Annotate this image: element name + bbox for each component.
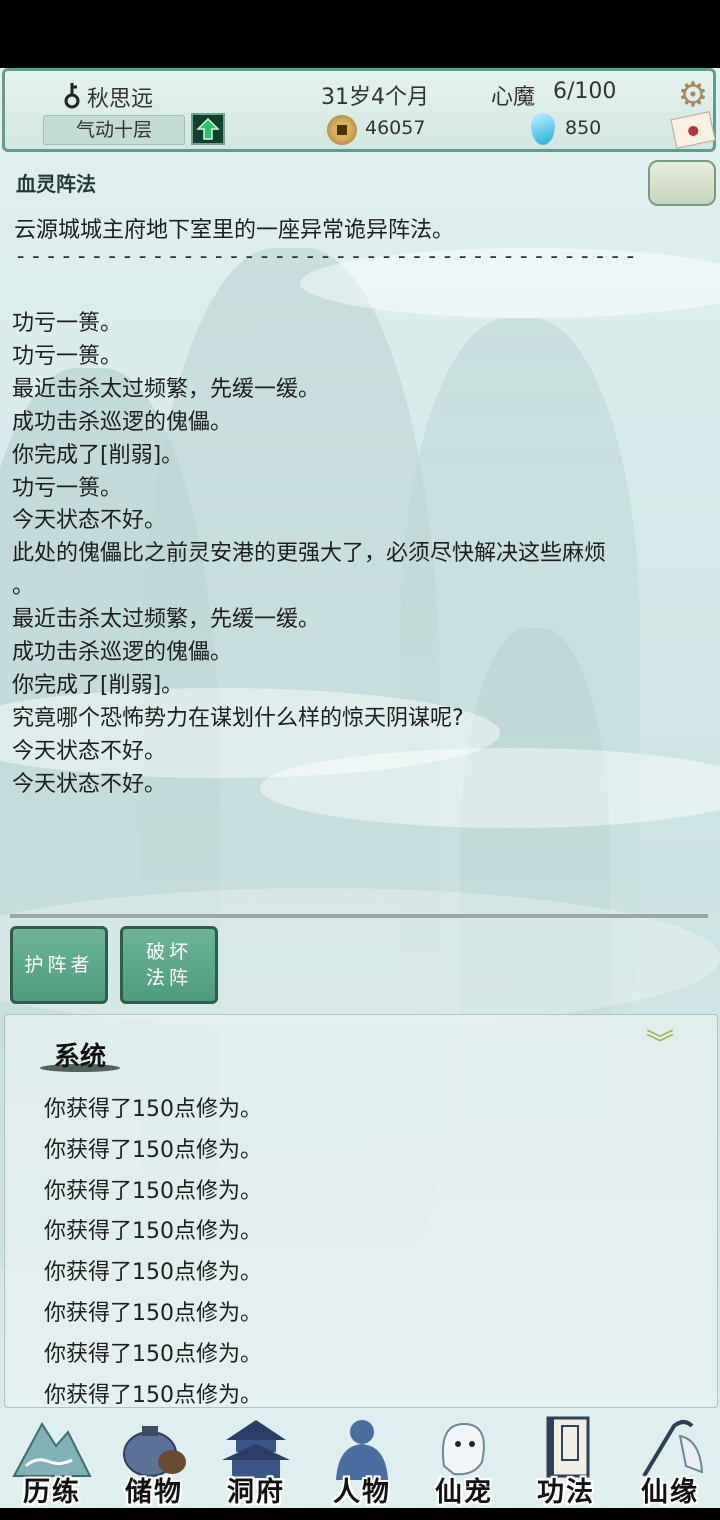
mail-icon[interactable] [670, 111, 716, 149]
heart-demon-label: 心魔 [491, 85, 536, 110]
guardian-button-label: 护阵者 [24, 954, 94, 976]
nav-label: 储物 [125, 1477, 183, 1508]
system-message-list: 你获得了150点修为。 你获得了150点修为。 你获得了150点修为。 你获得了… [44, 1090, 262, 1416]
nav-label: 人物 [333, 1477, 391, 1508]
list-item: 成功击杀巡逻的傀儡。 [12, 640, 233, 666]
nav-item-techniques[interactable]: 功法 [516, 1408, 616, 1508]
destroy-button-label-line2: 法阵 [145, 967, 192, 989]
system-message: 你获得了150点修为。 [44, 1219, 262, 1245]
formation-description: 云源城城主府地下室里的一座异常诡异阵法。 [14, 218, 455, 243]
list-item: 今天状态不好。 [12, 771, 167, 797]
status-bar [0, 0, 720, 68]
heart-demon-value: 6/100 [553, 79, 617, 104]
nav-label: 功法 [537, 1477, 595, 1508]
destroy-button-label-line1: 破坏 [145, 941, 192, 963]
list-item: 功亏一篑。 [12, 311, 123, 336]
map-scroll-icon[interactable] [648, 160, 716, 206]
system-title: 系统 [54, 1042, 107, 1072]
section-divider [10, 914, 708, 919]
gear-icon[interactable]: ⚙ [675, 77, 711, 113]
system-message: 你获得了150点修为。 [44, 1178, 262, 1204]
coin-count: 46057 [365, 117, 426, 139]
upgrade-button[interactable] [191, 113, 225, 145]
nav-item-fate[interactable]: 仙缘 [620, 1408, 720, 1508]
nav-label: 仙宠 [435, 1477, 493, 1508]
nav-label: 历练 [23, 1477, 81, 1508]
list-item: 究竟哪个恐怖势力在谋划什么样的惊天阴谋呢? [12, 705, 464, 731]
player-header: 秋思远 31岁4个月 心魔 6/100 ⚙ 气动十层 46057 850 [2, 68, 716, 152]
list-item: 。 [12, 574, 35, 600]
event-log: 功亏一篑。 功亏一篑。 最近击杀太过频繁，先缓一缓。 成功击杀巡逻的傀儡。 你完… [12, 308, 702, 802]
system-message: 你获得了150点修为。 [44, 1341, 262, 1367]
player-age: 31岁4个月 [321, 85, 429, 110]
nav-item-training[interactable]: 历练 [2, 1408, 102, 1508]
double-chevron-down-icon[interactable]: ︾ [642, 1026, 678, 1062]
coin-icon [327, 115, 357, 145]
list-item: 最近击杀太过频繁，先缓一缓。 [12, 607, 321, 633]
nav-label: 仙缘 [641, 1477, 699, 1508]
list-item: 今天状态不好。 [12, 508, 167, 534]
list-item: 功亏一篑。 [12, 475, 123, 501]
list-item: 成功击杀巡逻的傀儡。 [12, 409, 233, 435]
system-message: 你获得了150点修为。 [44, 1137, 262, 1163]
nav-item-cave[interactable]: 洞府 [206, 1408, 306, 1508]
system-message: 你获得了150点修为。 [44, 1260, 262, 1286]
spirit-stone-count: 850 [565, 117, 602, 139]
upgrade-arrow-icon [196, 117, 220, 140]
nav-item-storage[interactable]: 储物 [104, 1408, 204, 1508]
player-name[interactable]: 秋思远 [87, 81, 153, 113]
key-icon [64, 83, 80, 109]
formation-title: 血灵阵法 [16, 172, 96, 196]
list-item: 此处的傀儡比之前灵安港的更强大了，必须尽快解决这些麻烦 [12, 541, 607, 567]
list-item: 你完成了[削弱]。 [12, 442, 184, 468]
list-item: 你完成了[削弱]。 [12, 672, 184, 698]
list-item: 今天状态不好。 [12, 738, 167, 764]
list-item: 最近击杀太过频繁，先缓一缓。 [12, 376, 321, 402]
realm-badge: 气动十层 [43, 115, 185, 145]
destroy-formation-button[interactable]: 破坏 法阵 [120, 926, 218, 1004]
system-message: 你获得了150点修为。 [44, 1300, 262, 1326]
list-item: 功亏一篑。 [12, 343, 123, 369]
spirit-stone-icon [531, 113, 555, 145]
nav-item-character[interactable]: 人物 [312, 1408, 412, 1508]
system-message: 你获得了150点修为。 [44, 1097, 262, 1122]
bottom-navigation: 历练 储物 洞府 人物 仙宠 功法 仙缘 [0, 1408, 720, 1508]
dashed-divider: ----------------------------------------… [14, 244, 640, 269]
nav-label: 洞府 [227, 1477, 285, 1508]
guardian-button[interactable]: 护阵者 [10, 926, 108, 1004]
nav-item-spirit-pet[interactable]: 仙宠 [414, 1408, 514, 1508]
system-navigation-bar [0, 1508, 720, 1520]
